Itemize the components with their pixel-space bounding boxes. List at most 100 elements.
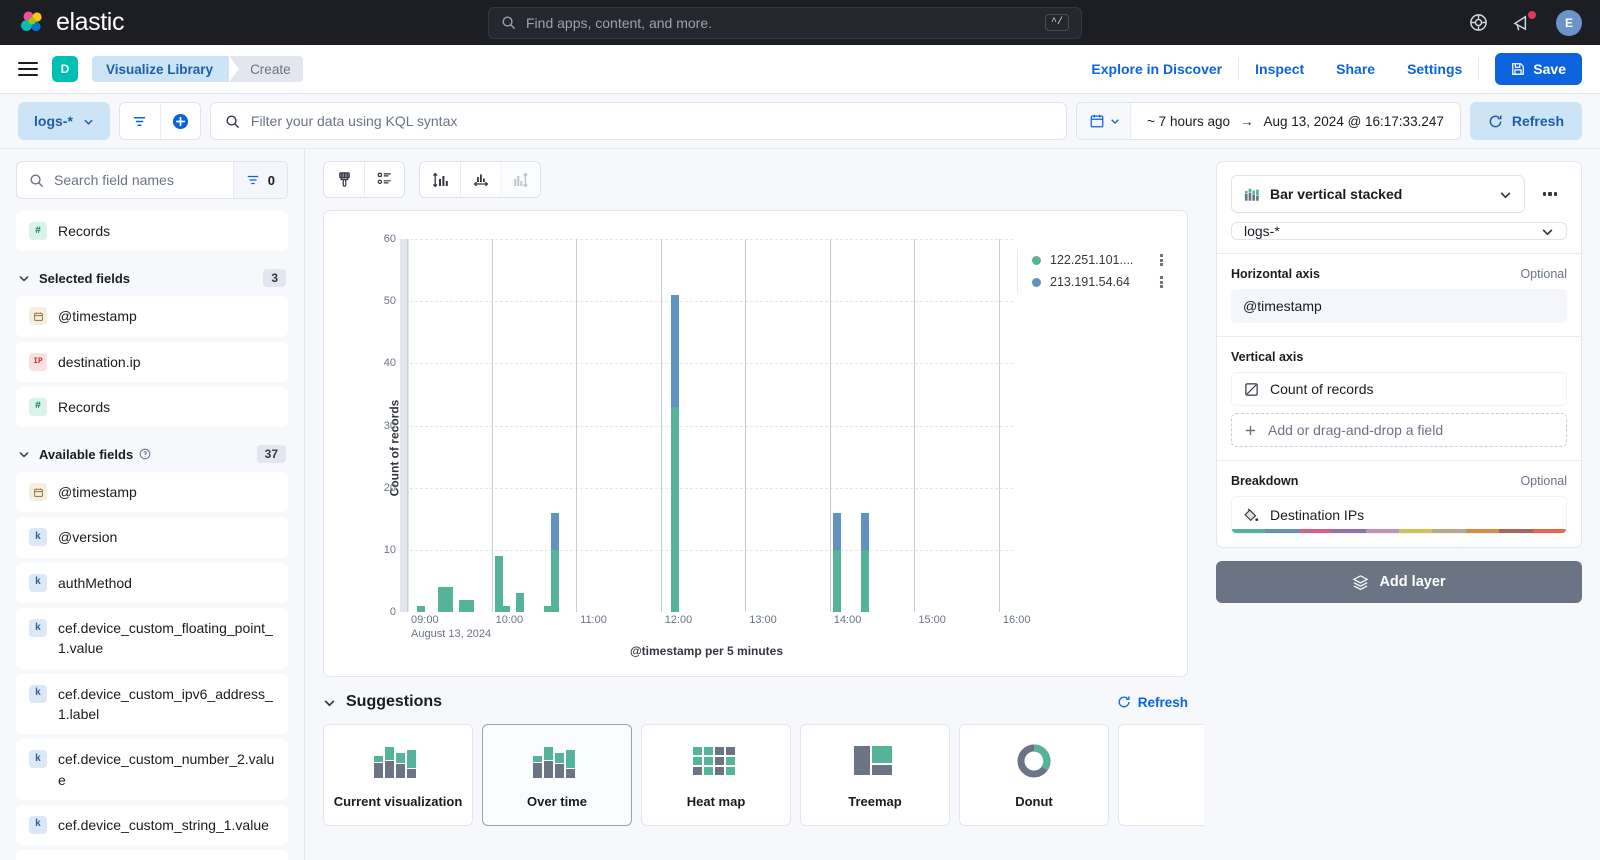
date-range-picker[interactable]: ~ 7 hours ago → Aug 13, 2024 @ 16:17:33.… <box>1076 102 1461 140</box>
suggestion-donut[interactable]: Donut <box>959 724 1109 826</box>
field-item-records-selected[interactable]: # Records <box>16 387 288 427</box>
chart-bar-segment[interactable] <box>466 600 474 612</box>
chart-bar[interactable] <box>502 606 510 612</box>
vertical-axis-dimension[interactable]: Count of records <box>1231 372 1567 406</box>
legend-item[interactable]: 213.191.54.64 <box>1032 271 1167 293</box>
kql-search-input[interactable]: Filter your data using KQL syntax <box>210 102 1067 140</box>
share-button[interactable]: Share <box>1320 61 1391 77</box>
field-item-destination-ip-selected[interactable]: IP destination.ip <box>16 342 288 382</box>
calendar-icon-button[interactable] <box>1077 103 1131 139</box>
layer-header: Bar vertical stacked logs-* <box>1217 162 1581 253</box>
menu-toggle-icon[interactable] <box>18 62 38 76</box>
legend-actions-icon[interactable] <box>1155 276 1167 288</box>
chart-bar[interactable] <box>466 600 474 612</box>
filter-icon[interactable] <box>120 103 160 139</box>
chevron-down-icon[interactable] <box>323 696 336 709</box>
chart-bar-segment[interactable] <box>551 550 559 612</box>
chart-bar[interactable] <box>551 513 559 612</box>
legend-actions-icon[interactable] <box>1155 254 1167 266</box>
field-item-number-2[interactable]: k cef.device_custom_number_2.value <box>16 739 288 800</box>
help-icon[interactable] <box>1468 12 1490 34</box>
field-type-filter-button[interactable]: 0 <box>233 162 287 198</box>
chart-bar-segment[interactable] <box>495 556 503 612</box>
chart-bar-segment[interactable] <box>551 513 559 550</box>
chart-bar[interactable] <box>861 513 869 612</box>
chart-bar[interactable] <box>495 556 503 612</box>
chart-style-group <box>323 161 405 198</box>
field-type-ip-icon: IP <box>29 353 47 371</box>
megaphone-icon[interactable] <box>1512 12 1534 34</box>
chart-bar[interactable] <box>417 606 425 612</box>
more-icon[interactable] <box>1533 177 1567 211</box>
chart-bar-segment[interactable] <box>833 550 841 612</box>
search-field-names-input[interactable]: Search field names <box>17 162 233 198</box>
elastic-brand[interactable]: elastic <box>0 8 124 37</box>
formula-icon <box>1244 382 1259 397</box>
chart-bar-segment[interactable] <box>861 513 869 550</box>
horizontal-axis-icon[interactable] <box>460 162 500 197</box>
datasource-selector-panel[interactable]: logs-* <box>1231 222 1567 240</box>
available-fields-header[interactable]: Available fields 37 <box>16 432 288 472</box>
field-item-records-top[interactable]: # Records <box>16 211 288 251</box>
field-item-floating-point[interactable]: k cef.device_custom_floating_point_1.val… <box>16 608 288 669</box>
palette-swatch <box>1265 529 1298 533</box>
date-range-text[interactable]: ~ 7 hours ago → Aug 13, 2024 @ 16:17:33.… <box>1131 114 1460 129</box>
add-vertical-field-button[interactable]: Add or drag-and-drop a field <box>1231 413 1567 447</box>
breadcrumb-visualize-library[interactable]: Visualize Library <box>92 56 229 82</box>
axis-group <box>419 161 541 198</box>
field-item-version[interactable]: k @version <box>16 517 288 557</box>
y-axis-tick: 20 <box>384 482 396 494</box>
palette-swatch <box>1299 529 1332 533</box>
selected-fields-header[interactable]: Selected fields 3 <box>16 256 288 296</box>
refresh-button[interactable]: Refresh <box>1470 102 1582 140</box>
explore-in-discover-link[interactable]: Explore in Discover <box>1075 61 1238 77</box>
space-avatar[interactable]: D <box>52 56 78 82</box>
chart-bar-segment[interactable] <box>861 550 869 612</box>
plus-circle-icon[interactable] <box>160 103 200 139</box>
chart-bar[interactable] <box>445 587 453 612</box>
suggestion-current-visualization[interactable]: Current visualization <box>323 724 473 826</box>
chart-bar-segment[interactable] <box>516 593 524 612</box>
horizontal-axis-dimension[interactable]: @timestamp <box>1231 289 1567 323</box>
chart-bar-segment[interactable] <box>502 606 510 612</box>
field-item-timestamp[interactable]: @timestamp <box>16 472 288 512</box>
field-item-timestamp-selected[interactable]: @timestamp <box>16 296 288 336</box>
chart-bar-segment[interactable] <box>417 606 425 612</box>
plot-area[interactable]: 0102030405060 09:00August 13, 202410:001… <box>400 239 1013 612</box>
appearance-brush-icon[interactable] <box>324 162 364 197</box>
avatar[interactable]: E <box>1556 10 1582 36</box>
vertical-axis-icon[interactable] <box>420 162 460 197</box>
add-layer-button[interactable]: Add layer <box>1216 561 1582 603</box>
global-nav: elastic Find apps, content, and more. ^/… <box>0 0 1600 45</box>
legend-list-icon[interactable] <box>364 162 404 197</box>
breadcrumb-create[interactable]: Create <box>230 56 303 82</box>
field-item-ipv6-address[interactable]: k cef.device_custom_ipv6_address_1.label <box>16 674 288 735</box>
chart-bar-segment[interactable] <box>671 407 679 612</box>
chart-bar[interactable] <box>671 295 679 612</box>
chart-bar[interactable] <box>516 593 524 612</box>
chart-bar-segment[interactable] <box>445 587 453 612</box>
legend-item[interactable]: 122.251.101.... <box>1032 249 1167 271</box>
query-bar: logs-* Filter your data using KQL syntax <box>0 94 1600 149</box>
x-gridline <box>999 239 1000 612</box>
suggestion-over-time[interactable]: Over time <box>482 724 632 826</box>
chart-bar[interactable] <box>833 513 841 612</box>
field-item-string-1[interactable]: k cef.device_custom_string_1.value <box>16 805 288 845</box>
chart-bar-segment[interactable] <box>671 295 679 407</box>
help-question-icon[interactable] <box>139 448 151 460</box>
suggestions-refresh-button[interactable]: Refresh <box>1117 695 1188 710</box>
chart-type-selector[interactable]: Bar vertical stacked <box>1231 175 1525 213</box>
field-item-cef-name[interactable]: k cef.name <box>16 850 288 860</box>
suggestion-heat-map[interactable]: Heat map <box>641 724 791 826</box>
settings-button[interactable]: Settings <box>1391 61 1478 77</box>
datasource-selector[interactable]: logs-* <box>18 102 110 140</box>
save-button[interactable]: Save <box>1495 53 1582 85</box>
inspect-button[interactable]: Inspect <box>1239 61 1320 77</box>
suggestion-treemap[interactable]: Treemap <box>800 724 950 826</box>
suggestion-label: Current visualization <box>334 794 463 809</box>
main-body: Search field names 0 # Records Selected … <box>0 149 1600 860</box>
field-item-authmethod[interactable]: k authMethod <box>16 563 288 603</box>
chart-bar-segment[interactable] <box>833 513 841 550</box>
breakdown-dimension[interactable]: Destination IPs <box>1231 496 1567 534</box>
global-search-input[interactable]: Find apps, content, and more. ^/ <box>488 7 1082 39</box>
